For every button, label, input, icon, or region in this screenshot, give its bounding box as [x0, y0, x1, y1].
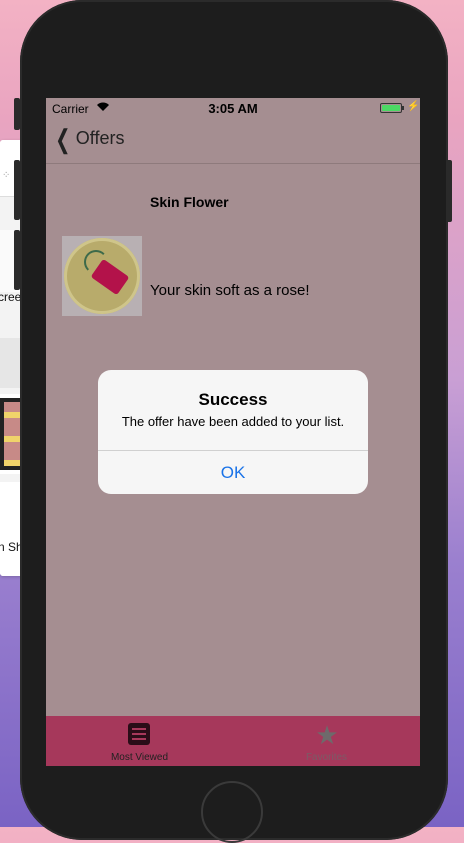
battery-tip: [402, 106, 404, 110]
charging-icon: ⚡: [407, 101, 420, 112]
power-button: [446, 160, 452, 222]
tab-most-viewed-label: Most Viewed: [110, 752, 169, 763]
battery-icon: [380, 103, 402, 113]
tab-bar: Most Viewed ★ Favorites: [46, 716, 420, 766]
mute-switch: [14, 98, 20, 130]
back-button-label: Offers: [75, 128, 125, 148]
alert-message: The offer have been added to your list.: [121, 414, 345, 429]
background-thumbnail: [0, 398, 22, 470]
dropbox-icon: ⁘: [2, 170, 11, 181]
tab-most-viewed[interactable]: Most Viewed: [46, 716, 233, 766]
offer-title: Skin Flower: [150, 194, 229, 210]
background-text-fragment: cree: [0, 290, 22, 304]
navigation-bar: ❮ Offers: [46, 118, 420, 164]
success-alert-dialog: Success The offer have been added to you…: [98, 370, 368, 494]
offer-image: [62, 236, 142, 316]
list-icon: [128, 723, 150, 745]
chevron-left-icon: ❮: [55, 123, 71, 154]
tab-favorites-label: Favorites: [305, 752, 348, 763]
tab-favorites[interactable]: ★ Favorites: [233, 716, 420, 766]
alert-title: Success: [198, 390, 268, 409]
alert-ok-button[interactable]: OK: [98, 451, 368, 494]
offer-description: Your skin soft as a rose!: [150, 282, 310, 299]
status-time: 3:05 AM: [208, 101, 258, 116]
status-bar: Carrier 3:05 AM ⚡: [46, 98, 420, 118]
star-icon: ★: [315, 720, 339, 750]
home-button[interactable]: [201, 781, 263, 843]
volume-up-button: [14, 160, 20, 220]
volume-down-button: [14, 230, 20, 290]
back-button[interactable]: ❮ Offers: [52, 123, 125, 154]
